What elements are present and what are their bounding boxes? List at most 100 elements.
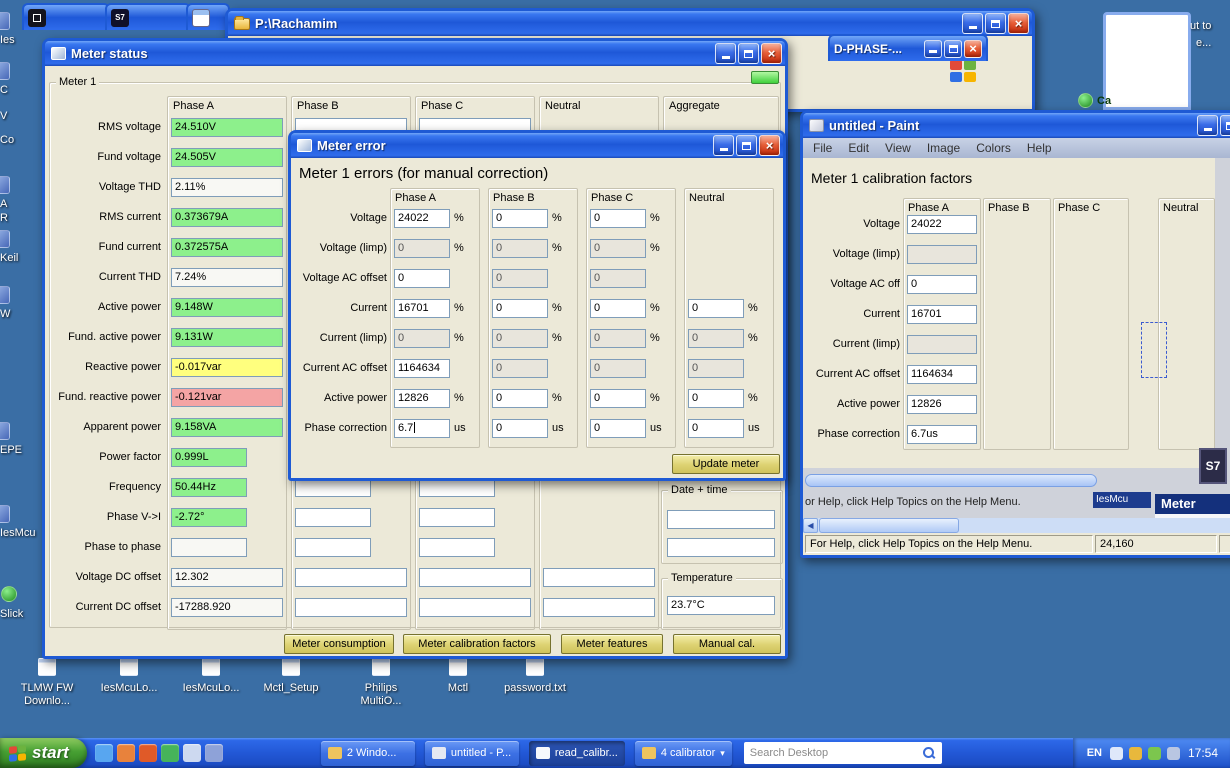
meter-consumption-button[interactable]: Meter consumption <box>284 634 394 654</box>
error-field-current-limp-phase-b[interactable]: 0 <box>492 329 548 348</box>
minimize-button[interactable] <box>713 135 734 156</box>
maximize-button[interactable] <box>944 39 962 58</box>
error-field-active-power-phase-a[interactable]: 12826 <box>394 389 450 408</box>
field-phase-to-phase-phase-a[interactable] <box>171 538 247 557</box>
desktop-icon[interactable] <box>0 422 10 440</box>
taskbar-button-4-calibrator[interactable]: 4 calibrator ▾ <box>634 740 732 766</box>
error-field-voltage-limp-phase-c[interactable]: 0 <box>590 239 646 258</box>
volume-icon[interactable] <box>1109 746 1123 760</box>
field-reactive-power-phase-a[interactable]: -0.017var <box>171 358 283 377</box>
maximize-button[interactable] <box>736 135 757 156</box>
error-field-current-ac-offset-phase-b[interactable]: 0 <box>492 359 548 378</box>
error-field-current-ac-offset-neutral[interactable]: 0 <box>688 359 744 378</box>
error-field-voltage-limp-phase-a[interactable]: 0 <box>394 239 450 258</box>
explorer-titlebar[interactable]: P:\Rachamim × <box>228 11 1032 36</box>
background-window-titlebar[interactable]: S7 <box>105 3 191 30</box>
desktop-icon[interactable] <box>120 658 138 676</box>
background-window-titlebar[interactable] <box>22 3 110 30</box>
field-current-dc-offset-phase-a[interactable]: -17288.920 <box>171 598 283 617</box>
field-current-dc-offset-phase-c[interactable] <box>419 598 531 617</box>
background-window-fragment[interactable] <box>1103 12 1191 110</box>
close-button[interactable]: × <box>964 39 982 58</box>
meter-calibration-factors-button[interactable]: Meter calibration factors <box>403 634 551 654</box>
field-voltage-thd-phase-a[interactable]: 2.11% <box>171 178 283 197</box>
error-field-current-ac-offset-phase-c[interactable]: 0 <box>590 359 646 378</box>
time-field[interactable] <box>667 538 775 557</box>
error-field-current-limp-phase-c[interactable]: 0 <box>590 329 646 348</box>
taskbar-button-2-windo[interactable]: 2 Windo... <box>320 740 415 766</box>
field-current-thd-phase-a[interactable]: 7.24% <box>171 268 283 287</box>
desktop-icon[interactable] <box>0 176 10 194</box>
field-voltage-dc-offset-phase-c[interactable] <box>419 568 531 587</box>
desktop-icon[interactable] <box>202 658 220 676</box>
desktop-icon[interactable] <box>0 230 10 248</box>
desktop-icon[interactable] <box>0 505 10 523</box>
taskbar-button-untitled-p[interactable]: untitled - P... <box>424 740 519 766</box>
field-voltage-dc-offset-phase-b[interactable] <box>295 568 407 587</box>
field-phase-to-phase-phase-b[interactable] <box>295 538 371 557</box>
date-field[interactable] <box>667 510 775 529</box>
close-button[interactable]: × <box>759 135 780 156</box>
field-fund-reactive-power-phase-a[interactable]: -0.121var <box>171 388 283 407</box>
paint-canvas[interactable]: Meter 1 calibration factors Phase A Phase … <box>803 158 1230 518</box>
scroll-left-arrow-icon[interactable]: ◀ <box>803 518 818 533</box>
manual-cal-button[interactable]: Manual cal. <box>673 634 781 654</box>
field-fund-current-phase-a[interactable]: 0.372575A <box>171 238 283 257</box>
error-field-phase-correction-phase-a[interactable]: 6.7 <box>394 419 450 438</box>
messenger-icon[interactable] <box>160 744 179 762</box>
desktop-icon[interactable] <box>1078 93 1093 108</box>
search-icon[interactable] <box>922 746 936 760</box>
internet-explorer-icon[interactable] <box>94 744 113 762</box>
security-icon[interactable] <box>1128 746 1142 760</box>
error-field-active-power-neutral[interactable]: 0 <box>688 389 744 408</box>
error-field-voltage-phase-c[interactable]: 0 <box>590 209 646 228</box>
close-button[interactable]: × <box>1008 13 1029 34</box>
error-field-current-phase-b[interactable]: 0 <box>492 299 548 318</box>
app-icon[interactable] <box>204 744 223 762</box>
menu-file[interactable]: File <box>813 141 832 155</box>
start-button[interactable]: start <box>0 738 87 768</box>
search-desktop-input[interactable]: Search Desktop <box>743 742 942 764</box>
minimize-button[interactable] <box>924 39 942 58</box>
background-window-titlebar[interactable] <box>186 3 230 30</box>
error-field-current-limp-phase-a[interactable]: 0 <box>394 329 450 348</box>
error-field-voltage-ac-offset-phase-a[interactable]: 0 <box>394 269 450 288</box>
error-field-phase-correction-phase-b[interactable]: 0 <box>492 419 548 438</box>
desktop-icon[interactable] <box>0 62 10 80</box>
error-field-phase-correction-neutral[interactable]: 0 <box>688 419 744 438</box>
taskbar-button-read-calibr[interactable]: read_calibr... <box>528 740 625 766</box>
desktop-icon[interactable] <box>449 658 467 676</box>
menu-edit[interactable]: Edit <box>848 141 869 155</box>
field-phase-v-i-phase-c[interactable] <box>419 508 495 527</box>
field-frequency-phase-a[interactable]: 50.44Hz <box>171 478 247 497</box>
language-indicator[interactable]: EN <box>1087 747 1102 759</box>
show-desktop-icon[interactable] <box>182 744 201 762</box>
field-fund-voltage-phase-a[interactable]: 24.505V <box>171 148 283 167</box>
field-apparent-power-phase-a[interactable]: 9.158VA <box>171 418 283 437</box>
desktop-icon[interactable] <box>0 286 10 304</box>
error-field-current-limp-neutral[interactable]: 0 <box>688 329 744 348</box>
error-field-current-phase-c[interactable]: 0 <box>590 299 646 318</box>
error-field-active-power-phase-c[interactable]: 0 <box>590 389 646 408</box>
maximize-button[interactable] <box>985 13 1006 34</box>
menu-colors[interactable]: Colors <box>976 141 1011 155</box>
error-field-current-neutral[interactable]: 0 <box>688 299 744 318</box>
error-field-current-ac-offset-phase-a[interactable]: 1164634 <box>394 359 450 378</box>
field-rms-current-phase-a[interactable]: 0.373679A <box>171 208 283 227</box>
menu-view[interactable]: View <box>885 141 911 155</box>
meter-error-titlebar[interactable]: Meter error × <box>291 133 783 158</box>
desktop-icon[interactable] <box>1 586 17 602</box>
minimize-button[interactable] <box>715 43 736 64</box>
desktop-icon[interactable] <box>0 12 10 30</box>
maximize-button[interactable] <box>1220 115 1230 136</box>
error-field-phase-correction-phase-c[interactable]: 0 <box>590 419 646 438</box>
desktop-icon[interactable] <box>38 658 56 676</box>
field-current-dc-offset-phase-b[interactable] <box>295 598 407 617</box>
desktop-icon[interactable] <box>526 658 544 676</box>
update-meter-button[interactable]: Update meter <box>672 454 780 474</box>
scrollbar-thumb[interactable] <box>819 518 959 533</box>
desktop-icon[interactable] <box>372 658 390 676</box>
minimize-button[interactable] <box>1197 115 1218 136</box>
menu-image[interactable]: Image <box>927 141 960 155</box>
menu-help[interactable]: Help <box>1027 141 1052 155</box>
